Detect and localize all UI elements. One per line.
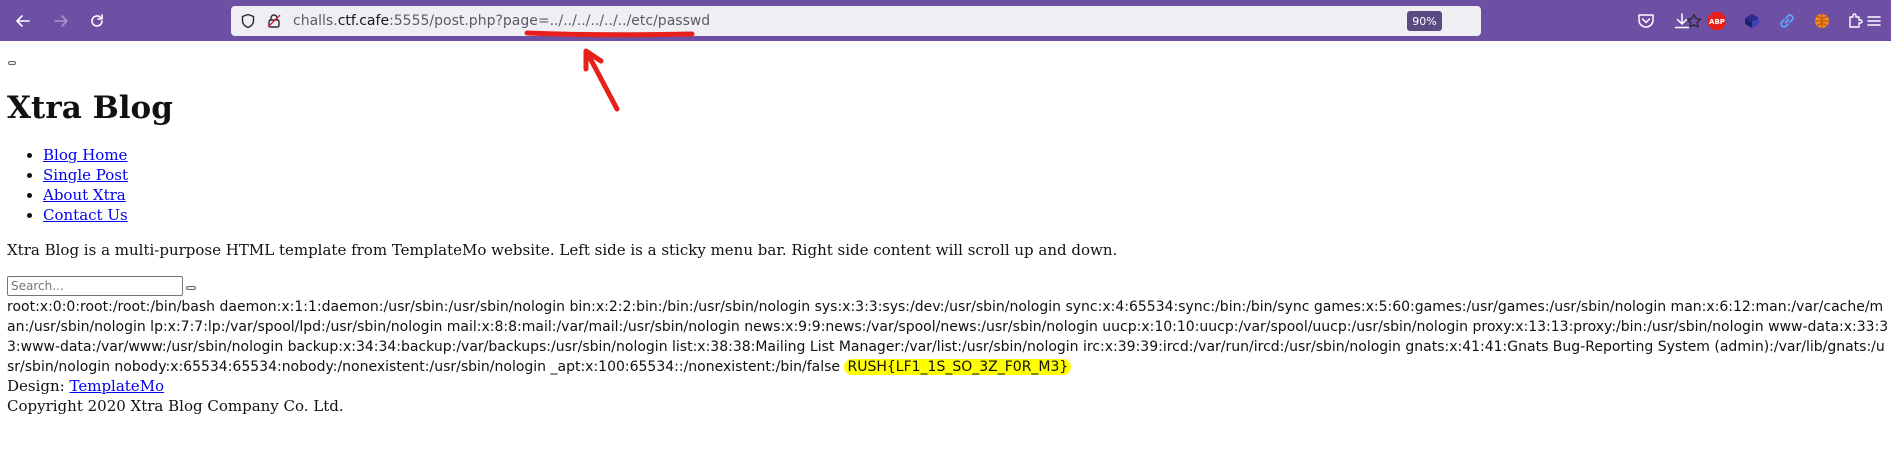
download-icon[interactable] xyxy=(1671,10,1693,32)
site-tagline: Xtra Blog is a multi-purpose HTML templa… xyxy=(7,241,1118,259)
link-icon[interactable] xyxy=(1776,10,1798,32)
url-host: challs. xyxy=(293,13,338,29)
nav-link-contact[interactable]: Contact Us xyxy=(43,206,128,224)
url-domain: ctf.cafe xyxy=(337,13,390,29)
url-path: :5555/post.php?page=../../../../../../et… xyxy=(389,13,711,29)
annotation-overlay xyxy=(524,30,695,112)
nav-item-single-post: Single Post xyxy=(43,165,128,185)
annotation-arrow-head xyxy=(583,48,604,72)
site-title: Xtra Blog xyxy=(7,90,173,126)
pocket-icon[interactable] xyxy=(1635,10,1657,32)
passwd-file-output: root:x:0:0:root:/root:/bin/bash daemon:x… xyxy=(7,297,1889,377)
nav-link-about[interactable]: About Xtra xyxy=(43,186,126,204)
annotation-arrow-shaft xyxy=(587,55,620,112)
shield-icon[interactable] xyxy=(239,12,257,30)
nav-item-about: About Xtra xyxy=(43,185,128,205)
design-label: Design: xyxy=(7,377,65,395)
design-credit: Design: TemplateMo xyxy=(7,376,164,396)
extension-cube-icon[interactable] xyxy=(1741,10,1763,32)
zoom-badge[interactable]: 90% xyxy=(1407,11,1442,31)
url-text[interactable]: challs.ctf.cafe:5555/post.php?page=../..… xyxy=(293,11,710,31)
flag-text: RUSH{LF1_1S_SO_3Z_F0R_M3} xyxy=(844,359,1072,375)
browser-toolbar: challs.ctf.cafe:5555/post.php?page=../..… xyxy=(0,0,1891,41)
forward-icon[interactable] xyxy=(48,8,74,34)
nav-item-contact: Contact Us xyxy=(43,205,128,225)
nav-link-single-post[interactable]: Single Post xyxy=(43,166,128,184)
extension-ball-icon[interactable] xyxy=(1811,10,1833,32)
lock-icon[interactable] xyxy=(265,12,283,30)
abp-icon[interactable]: ABP xyxy=(1706,10,1728,32)
templatemo-link[interactable]: TemplateMo xyxy=(70,377,165,395)
search-input[interactable] xyxy=(7,276,183,296)
menu-icon[interactable] xyxy=(1863,10,1885,32)
reload-icon[interactable] xyxy=(84,8,110,34)
copyright-text: Copyright 2020 Xtra Blog Company Co. Ltd… xyxy=(7,397,344,415)
abp-label: ABP xyxy=(1709,18,1725,26)
nav-link-blog-home[interactable]: Blog Home xyxy=(43,146,127,164)
site-nav: Blog Home Single Post About Xtra Contact… xyxy=(7,145,128,225)
menu-toggle-button[interactable] xyxy=(8,61,16,65)
nav-item-blog-home: Blog Home xyxy=(43,145,128,165)
back-icon[interactable] xyxy=(10,8,36,34)
search-button[interactable] xyxy=(186,286,196,290)
address-bar[interactable]: challs.ctf.cafe:5555/post.php?page=../..… xyxy=(231,6,1702,36)
